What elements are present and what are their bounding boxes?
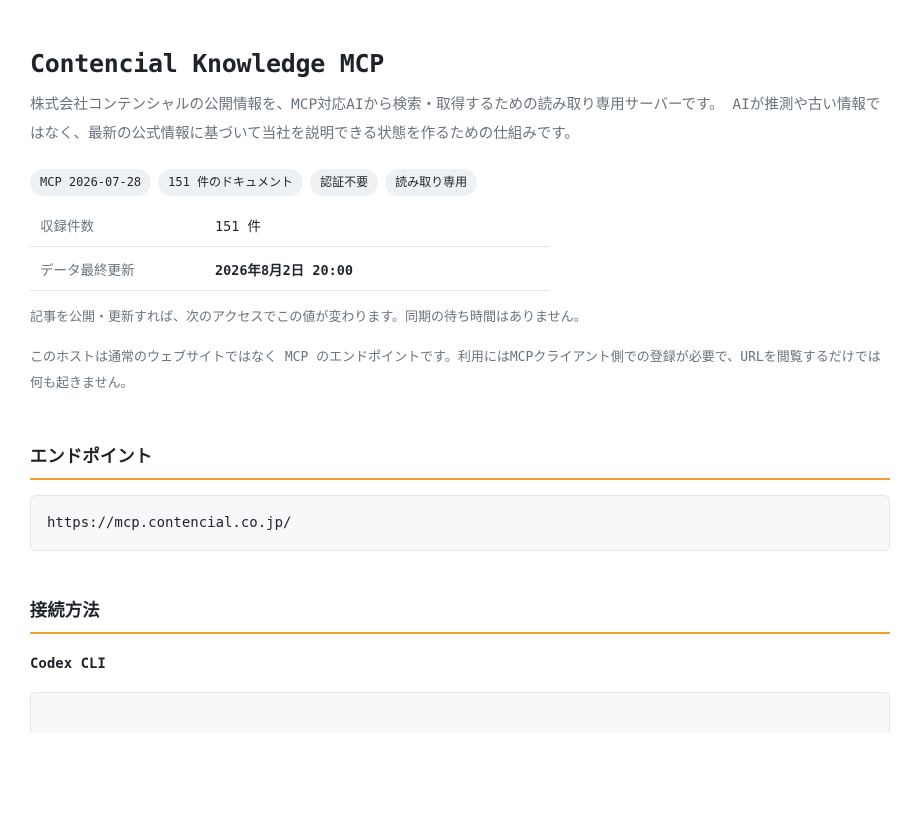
connect-heading: 接続方法 [30, 597, 890, 634]
stats-table: 収録件数 151 件 データ最終更新 2026年8月2日 20:00 [30, 203, 550, 291]
stats-label: データ最終更新 [30, 246, 205, 291]
page-content: Contencial Knowledge MCP 株式会社コンテンシャルの公開情… [0, 0, 920, 733]
page-description: 株式会社コンテンシャルの公開情報を、MCP対応AIから検索・取得するための読み取… [30, 97, 881, 142]
page-title: Contencial Knowledge MCP [30, 49, 385, 78]
client-heading-codex: Codex CLI [30, 656, 106, 672]
badge-read-only: 読み取り専用 [385, 169, 478, 196]
codex-config-code-block[interactable] [30, 692, 890, 733]
connect-section: 接続方法 Codex CLI [30, 597, 890, 733]
stats-value: 2026年8月2日 20:00 [205, 246, 550, 291]
stats-row-count: 収録件数 151 件 [30, 203, 550, 247]
badge-row: MCP 2026-07-28 151 件のドキュメント 認証不要 読み取り専用 [30, 169, 890, 196]
badge-document-count: 151 件のドキュメント [158, 169, 304, 196]
stats-label: 収録件数 [30, 203, 205, 247]
stats-row-updated: データ最終更新 2026年8月2日 20:00 [30, 246, 550, 291]
endpoint-heading: エンドポイント [30, 443, 890, 480]
page-viewport: Contencial Knowledge MCP 株式会社コンテンシャルの公開情… [0, 0, 920, 733]
host-note: このホストは通常のウェブサイトではなく MCP のエンドポイントです。利用にはM… [30, 350, 881, 391]
badge-protocol-version: MCP 2026-07-28 [30, 169, 152, 196]
badge-no-auth: 認証不要 [310, 169, 379, 196]
endpoint-section: エンドポイント https://mcp.contencial.co.jp/ [30, 443, 890, 551]
stats-value: 151 件 [205, 203, 550, 247]
endpoint-url-code[interactable]: https://mcp.contencial.co.jp/ [30, 495, 890, 551]
update-note: 記事を公開・更新すれば、次のアクセスでこの値が変わります。同期の待ち時間はありま… [30, 310, 587, 325]
